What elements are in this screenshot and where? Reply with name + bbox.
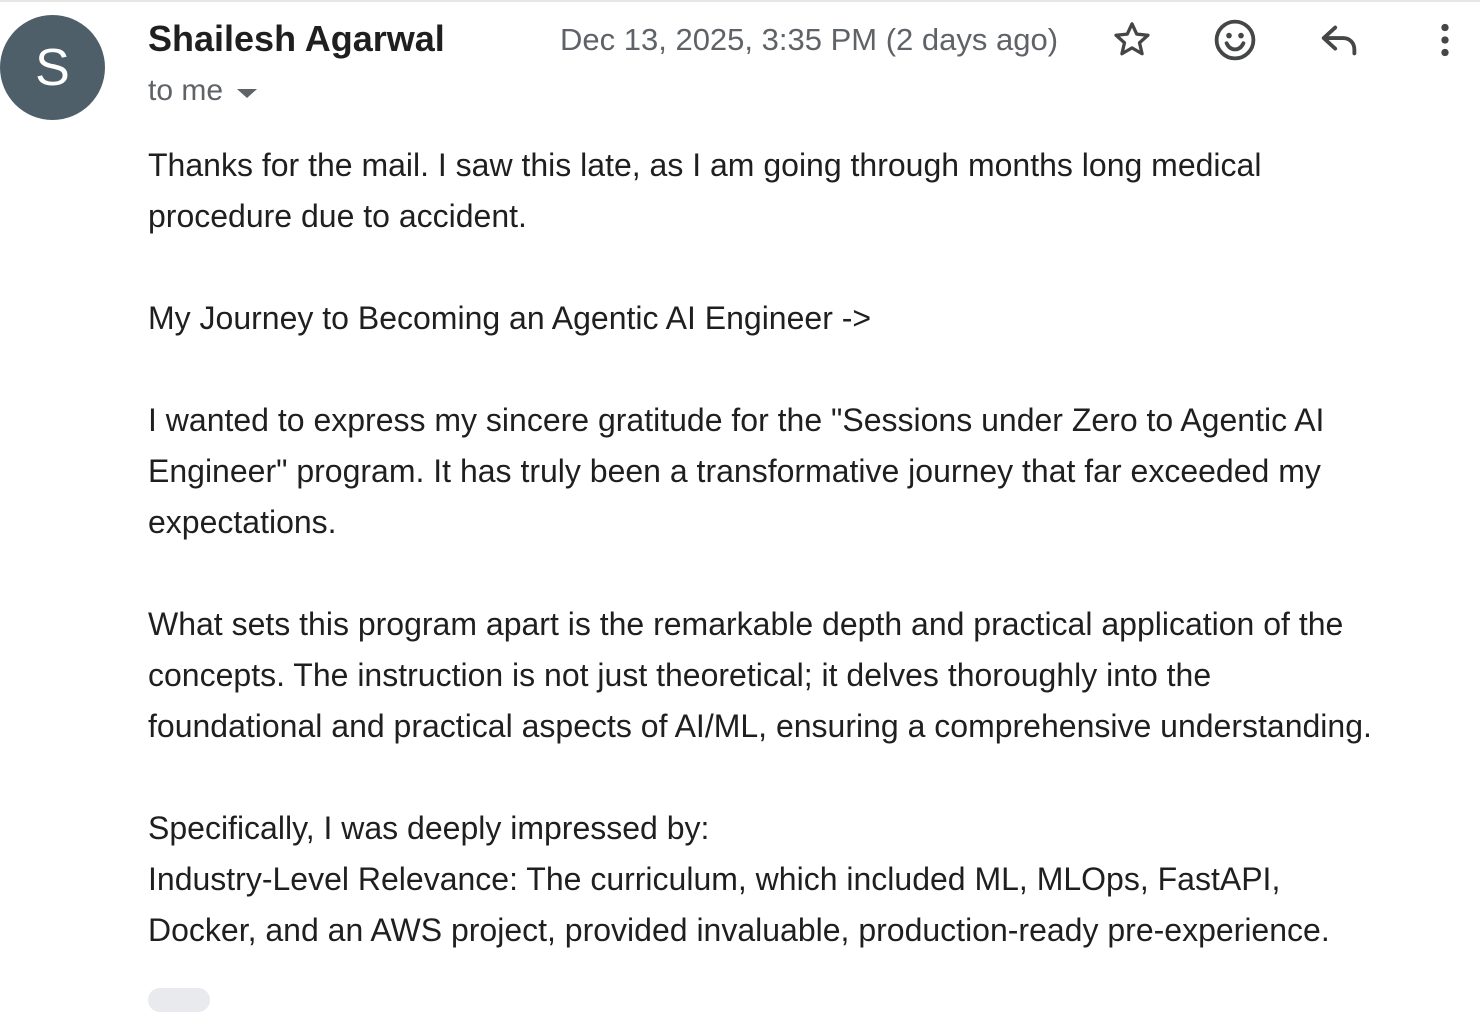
recipient-label: to me [148,74,224,107]
more-options-button[interactable] [1417,12,1473,68]
top-divider [0,0,1480,2]
recipient-details-toggle[interactable]: to me [148,74,258,108]
chevron-down-icon[interactable] [237,88,258,98]
reply-icon [1321,25,1357,56]
more-vert-icon [1441,23,1449,57]
sender-avatar[interactable]: S [0,15,105,120]
body-paragraph: My Journey to Becoming an Agentic AI Eng… [148,300,872,336]
body-paragraph: Industry-Level Relevance: The curriculum… [148,861,1330,948]
body-paragraph: Thanks for the mail. I saw this late, as… [148,147,1262,234]
star-icon [1114,22,1150,56]
add-reaction-button[interactable] [1207,12,1263,68]
body-paragraph: I wanted to express my sincere gratitude… [148,402,1325,540]
avatar-letter: S [35,38,70,97]
emoji-icon [1214,19,1256,61]
message-body: Thanks for the mail. I saw this late, as… [148,140,1468,956]
sender-name[interactable]: Shailesh Agarwal [148,18,445,60]
body-paragraph: Specifically, I was deeply impressed by: [148,810,710,846]
message-date: Dec 13, 2025, 3:35 PM (2 days ago) [560,22,1059,57]
star-button[interactable] [1104,12,1160,68]
show-trimmed-content-button[interactable] [148,988,210,1012]
reply-button[interactable] [1312,12,1368,68]
body-paragraph: What sets this program apart is the rema… [148,606,1372,744]
